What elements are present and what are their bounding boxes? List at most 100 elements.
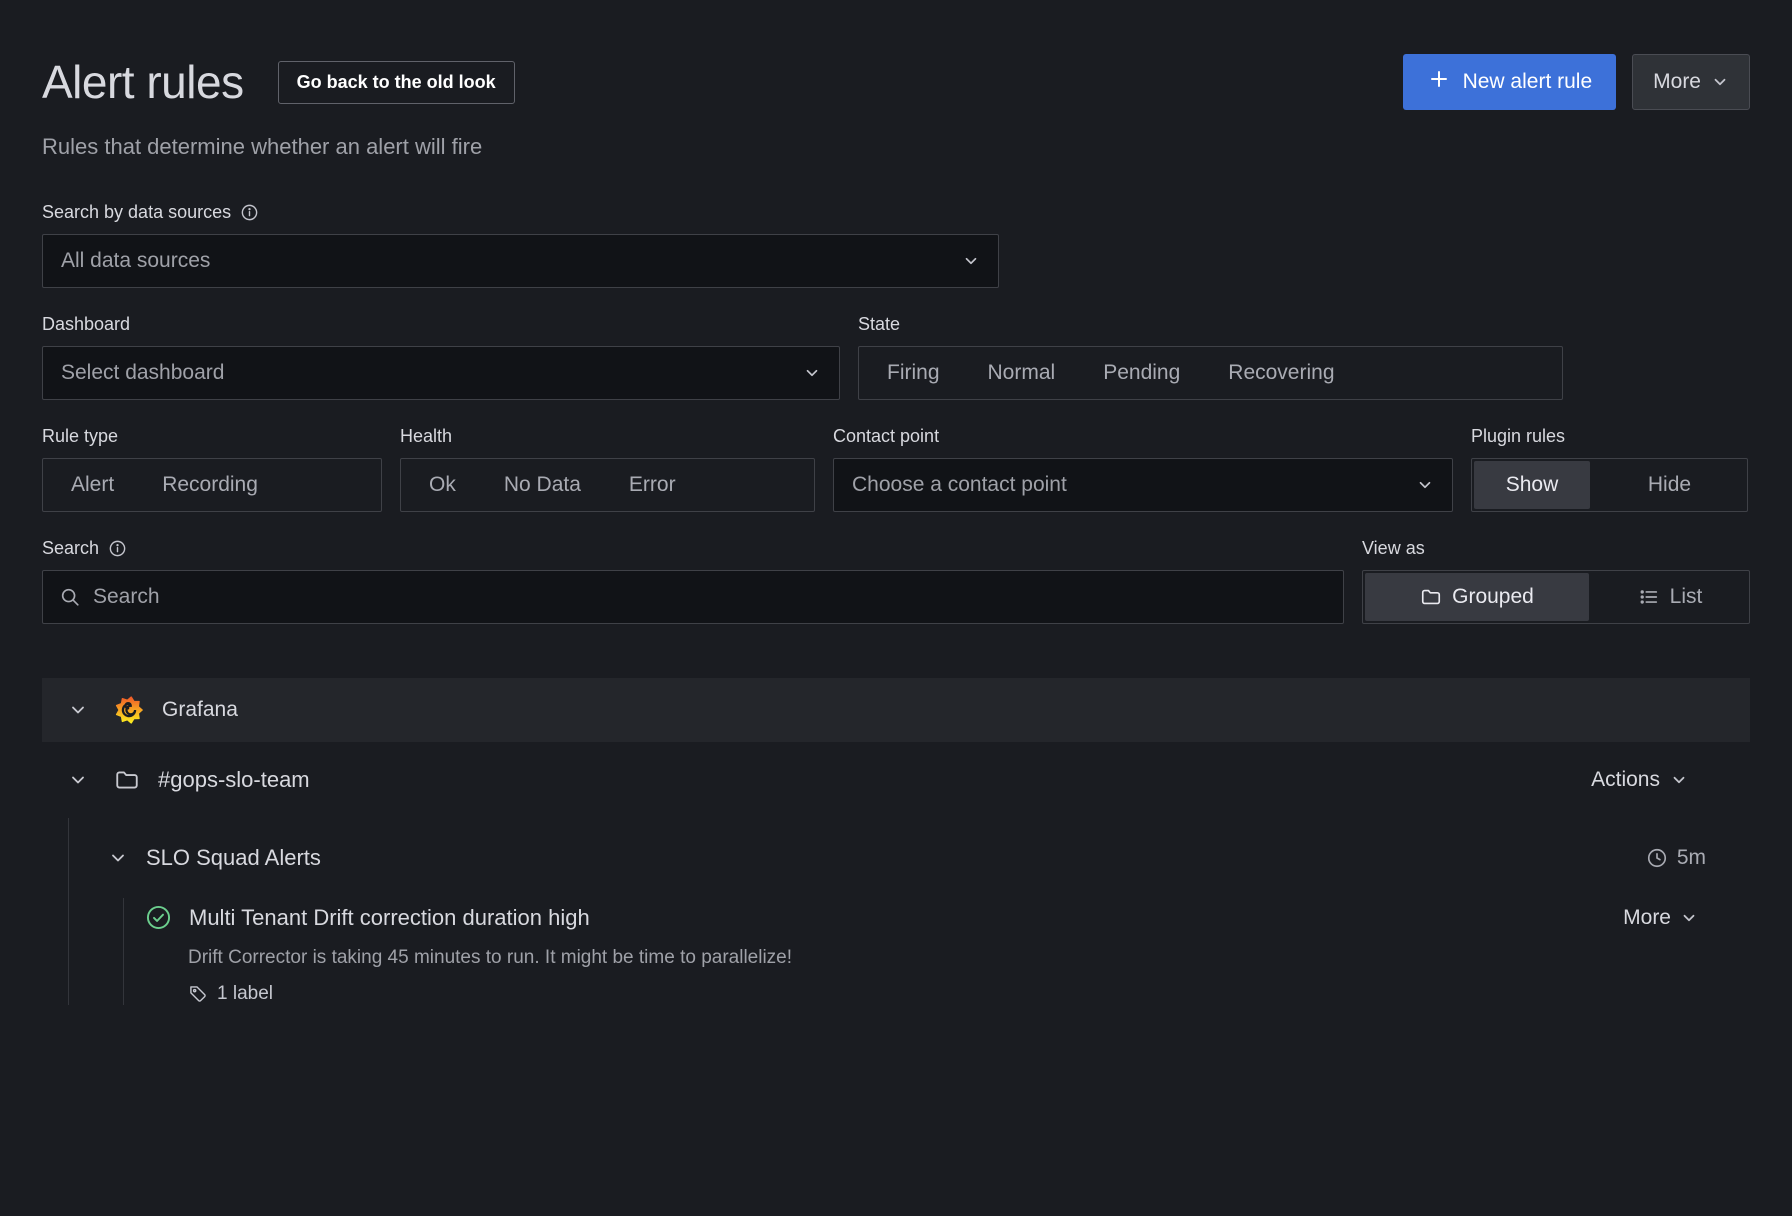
- page-title: Alert rules: [42, 55, 244, 109]
- state-option-firing[interactable]: Firing: [863, 347, 964, 399]
- contact-point-label: Contact point: [833, 426, 1453, 447]
- rule-type-filter: Rule type Alert Recording: [42, 426, 382, 512]
- search-label-row: Search: [42, 538, 1344, 559]
- alert-rule-title-row: Multi Tenant Drift correction duration h…: [145, 904, 1750, 931]
- health-option-ok[interactable]: Ok: [405, 459, 480, 511]
- chevron-down-icon: [803, 364, 821, 382]
- folder-icon: [114, 767, 140, 793]
- old-look-button[interactable]: Go back to the old look: [278, 61, 515, 104]
- dashboard-select-placeholder: Select dashboard: [61, 361, 803, 385]
- health-option-error[interactable]: Error: [605, 459, 700, 511]
- alert-rule-labels-text: 1 label: [217, 983, 273, 1005]
- evaluation-interval-value: 5m: [1677, 846, 1706, 870]
- chevron-down-icon: [1670, 771, 1688, 789]
- health-option-nodata[interactable]: No Data: [480, 459, 605, 511]
- search-box: [42, 570, 1344, 624]
- health-button-group: Ok No Data Error: [400, 458, 815, 512]
- plugin-rules-option-show[interactable]: Show: [1474, 461, 1590, 509]
- tree-indent-guide: [68, 818, 69, 1005]
- dashboard-select[interactable]: Select dashboard: [42, 346, 840, 400]
- plugin-rules-label: Plugin rules: [1471, 426, 1748, 447]
- rule-type-button-group: Alert Recording: [42, 458, 382, 512]
- alert-rule-labels[interactable]: 1 label: [188, 983, 1750, 1005]
- contact-point-select[interactable]: Choose a contact point: [833, 458, 1453, 512]
- folder-actions-button[interactable]: Actions: [1591, 768, 1724, 792]
- view-as-grouped-label: Grouped: [1452, 585, 1534, 609]
- datasource-section-row[interactable]: Grafana: [42, 678, 1750, 742]
- state-option-recovering[interactable]: Recovering: [1204, 347, 1358, 399]
- page-subtitle: Rules that determine whether an alert wi…: [42, 134, 1750, 160]
- contact-point-placeholder: Choose a contact point: [852, 473, 1416, 497]
- chevron-down-icon[interactable]: [108, 848, 128, 868]
- plus-icon: [1427, 67, 1451, 97]
- view-as-label: View as: [1362, 538, 1750, 559]
- dashboard-label: Dashboard: [42, 314, 840, 335]
- header-more-button[interactable]: More: [1632, 54, 1750, 110]
- search-input[interactable]: [93, 585, 1327, 609]
- search-label: Search: [42, 538, 99, 559]
- tag-icon: [188, 984, 208, 1004]
- page-header: Alert rules Go back to the old look New …: [42, 54, 1750, 110]
- health-label: Health: [400, 426, 815, 447]
- folder-row[interactable]: #gops-slo-team Actions: [42, 742, 1750, 818]
- rule-type-label: Rule type: [42, 426, 382, 447]
- evaluation-group-row[interactable]: SLO Squad Alerts 5m: [42, 818, 1750, 898]
- state-button-group: Firing Normal Pending Recovering: [858, 346, 1563, 400]
- alert-rules-page: Alert rules Go back to the old look New …: [0, 54, 1792, 1005]
- rule-type-option-recording[interactable]: Recording: [138, 459, 282, 511]
- health-filter: Health Ok No Data Error: [400, 426, 815, 512]
- plugin-rules-toggle: Show Hide: [1471, 458, 1748, 512]
- chevron-down-icon: [962, 252, 980, 270]
- view-as-toggle: Grouped List: [1362, 570, 1750, 624]
- datasource-select[interactable]: All data sources: [42, 234, 999, 288]
- type-health-contact-row: Rule type Alert Recording Health Ok No D…: [42, 426, 1750, 512]
- chevron-down-icon: [1680, 909, 1698, 927]
- datasource-label: Search by data sources: [42, 202, 231, 223]
- grafana-logo-icon: [114, 695, 144, 725]
- plugin-rules-filter: Plugin rules Show Hide: [1471, 426, 1748, 512]
- alert-rule-more-button[interactable]: More: [1623, 906, 1750, 930]
- alert-rule-description: Drift Corrector is taking 45 minutes to …: [188, 947, 1750, 969]
- dashboard-state-row: Dashboard Select dashboard State Firing …: [42, 314, 1750, 400]
- info-circle-icon[interactable]: [108, 539, 127, 558]
- contact-point-filter: Contact point Choose a contact point: [833, 426, 1453, 512]
- clock-icon: [1646, 847, 1668, 869]
- view-as-option-list[interactable]: List: [1593, 573, 1747, 621]
- evaluation-group-name[interactable]: SLO Squad Alerts: [146, 845, 321, 871]
- chevron-down-icon[interactable]: [68, 770, 88, 790]
- alert-rule-item: Multi Tenant Drift correction duration h…: [42, 898, 1750, 1005]
- filters-section: Search by data sources All data sources …: [42, 202, 1750, 624]
- new-alert-rule-label: New alert rule: [1463, 70, 1593, 94]
- folder-actions-label: Actions: [1591, 768, 1660, 792]
- search-viewas-row: Search View as: [42, 538, 1750, 624]
- rule-type-option-alert[interactable]: Alert: [47, 459, 138, 511]
- evaluation-interval: 5m: [1646, 846, 1750, 870]
- dashboard-filter: Dashboard Select dashboard: [42, 314, 840, 400]
- list-icon: [1638, 586, 1660, 608]
- view-as-option-grouped[interactable]: Grouped: [1365, 573, 1589, 621]
- view-as-list-label: List: [1670, 585, 1703, 609]
- state-label: State: [858, 314, 1563, 335]
- header-actions: New alert rule More: [1403, 54, 1750, 110]
- search-icon: [59, 586, 81, 608]
- chevron-down-icon: [1416, 476, 1434, 494]
- info-circle-icon[interactable]: [240, 203, 259, 222]
- alert-rule-more-label: More: [1623, 906, 1671, 930]
- datasource-label-row: Search by data sources: [42, 202, 999, 223]
- state-option-pending[interactable]: Pending: [1079, 347, 1204, 399]
- datasource-filter: Search by data sources All data sources: [42, 202, 999, 288]
- datasource-section-name: Grafana: [162, 698, 238, 722]
- chevron-down-icon: [1711, 73, 1729, 91]
- plugin-rules-option-hide[interactable]: Hide: [1594, 461, 1745, 509]
- chevron-down-icon[interactable]: [68, 700, 88, 720]
- new-alert-rule-button[interactable]: New alert rule: [1403, 54, 1617, 110]
- header-more-label: More: [1653, 70, 1701, 94]
- alert-rule-name[interactable]: Multi Tenant Drift correction duration h…: [189, 905, 590, 931]
- datasource-select-value: All data sources: [61, 249, 962, 273]
- state-option-normal[interactable]: Normal: [964, 347, 1080, 399]
- folder-icon: [1420, 586, 1442, 608]
- alert-rules-tree: Grafana #gops-slo-team Actions SLO S: [42, 678, 1750, 1005]
- folder-name[interactable]: #gops-slo-team: [158, 767, 310, 793]
- state-filter: State Firing Normal Pending Recovering: [858, 314, 1563, 400]
- check-circle-icon: [145, 904, 172, 931]
